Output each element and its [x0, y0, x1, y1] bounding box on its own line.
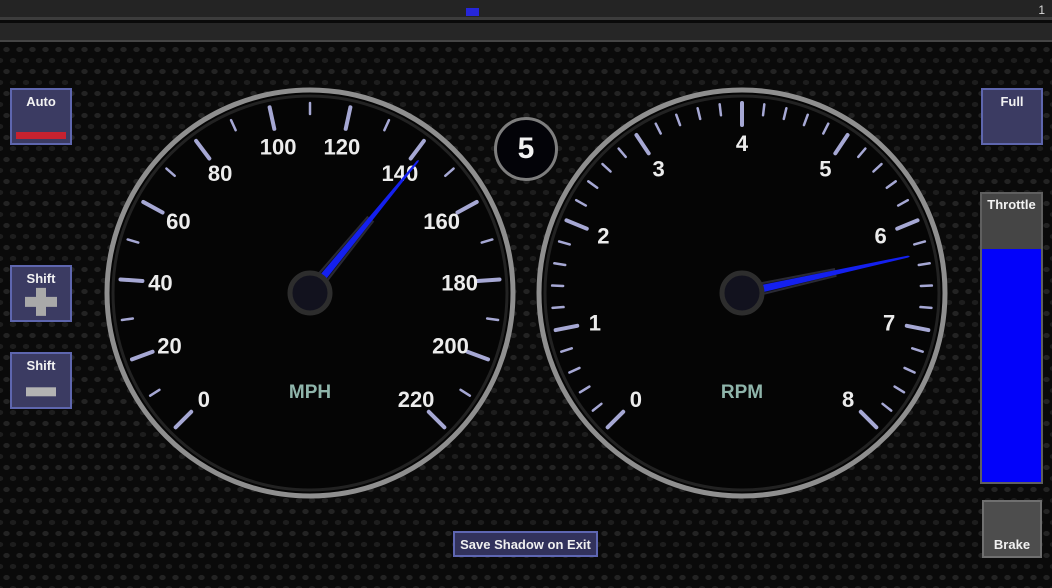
plus-icon [25, 288, 57, 316]
svg-text:4: 4 [736, 131, 749, 156]
speedometer-gauge: 020406080100120140160180200220MPH [102, 85, 518, 501]
auto-button[interactable]: Auto [10, 88, 72, 145]
svg-text:8: 8 [842, 387, 854, 412]
svg-text:20: 20 [157, 333, 181, 358]
save-shadow-button[interactable]: Save Shadow on Exit [453, 531, 598, 557]
brake-button-label: Brake [984, 537, 1040, 552]
svg-text:6: 6 [874, 224, 886, 249]
svg-text:80: 80 [208, 161, 232, 186]
page-number: 1 [1038, 3, 1045, 17]
svg-text:7: 7 [883, 310, 895, 335]
secondary-bar [0, 23, 1052, 42]
throttle-label: Throttle [982, 197, 1041, 212]
save-shadow-label: Save Shadow on Exit [460, 537, 591, 552]
svg-text:180: 180 [441, 270, 478, 295]
svg-text:0: 0 [630, 387, 642, 412]
svg-text:160: 160 [423, 209, 460, 234]
auto-active-indicator [16, 132, 66, 139]
shift-up-label: Shift [27, 271, 56, 286]
dashboard-screen: 1 Auto Shift Shift Full Throttle Brake 5… [0, 0, 1052, 588]
svg-text:40: 40 [148, 270, 172, 295]
svg-text:5: 5 [819, 156, 831, 181]
throttle-fill [982, 249, 1041, 482]
svg-text:MPH: MPH [289, 382, 331, 403]
svg-text:120: 120 [324, 134, 361, 159]
svg-text:RPM: RPM [721, 382, 763, 403]
svg-text:3: 3 [653, 156, 665, 181]
full-button-label: Full [1000, 94, 1023, 109]
svg-text:100: 100 [260, 134, 297, 159]
svg-text:0: 0 [198, 387, 210, 412]
svg-text:200: 200 [432, 333, 469, 358]
minus-icon [26, 387, 56, 396]
shift-down-button[interactable]: Shift [10, 352, 72, 409]
tachometer-gauge: 0 1 2 3 4 5 6 7 8 RPM [534, 85, 950, 501]
auto-button-label: Auto [26, 94, 56, 109]
brake-button[interactable]: Brake [982, 500, 1042, 558]
pager-indicator [466, 8, 479, 16]
svg-text:1: 1 [589, 310, 601, 335]
svg-text:2: 2 [597, 224, 609, 249]
shift-up-button[interactable]: Shift [10, 265, 72, 322]
shift-down-label: Shift [27, 358, 56, 373]
full-button[interactable]: Full [981, 88, 1043, 145]
top-status-bar: 1 [0, 0, 1052, 20]
svg-text:60: 60 [166, 209, 190, 234]
gear-value: 5 [518, 132, 535, 166]
svg-text:220: 220 [398, 387, 435, 412]
throttle-slider[interactable]: Throttle [980, 192, 1043, 484]
